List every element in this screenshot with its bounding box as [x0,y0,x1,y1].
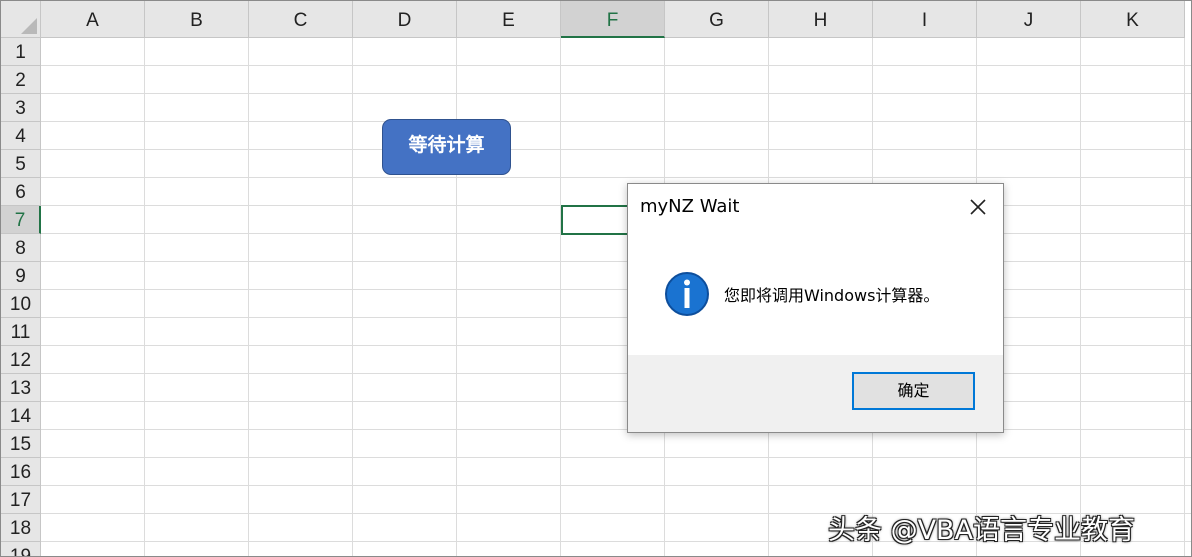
grid-column-line [144,38,145,556]
column-header-d[interactable]: D [353,1,457,38]
grid-row-line [41,401,1191,402]
grid-row-line [41,457,1191,458]
grid-row-line [41,177,1191,178]
row-header-8[interactable]: 8 [1,234,41,262]
row-header-3[interactable]: 3 [1,94,41,122]
select-all-corner[interactable] [1,1,41,38]
grid-row-line [41,65,1191,66]
grid-row-line [41,121,1191,122]
grid-row-line [41,261,1191,262]
row-header-2[interactable]: 2 [1,66,41,94]
watermark-text: 头条 @VBA语言专业教育 [828,515,1136,546]
dialog-title: myNZ Wait [640,196,740,217]
row-header-10[interactable]: 10 [1,290,41,318]
grid-row-line [41,317,1191,318]
row-header-13[interactable]: 13 [1,374,41,402]
select-all-triangle-icon [21,18,37,34]
grid-row-line [41,345,1191,346]
column-header-b[interactable]: B [145,1,249,38]
close-icon[interactable] [965,194,991,220]
row-header-19[interactable]: 19 [1,542,41,556]
row-header-11[interactable]: 11 [1,318,41,346]
grid-row-line [41,289,1191,290]
row-header-14[interactable]: 14 [1,402,41,430]
row-header-15[interactable]: 15 [1,430,41,458]
row-header-6[interactable]: 6 [1,178,41,206]
column-header-f[interactable]: F [561,1,665,38]
column-header-g[interactable]: G [665,1,769,38]
grid-row-line [41,373,1191,374]
grid-column-line [248,38,249,556]
row-header-5[interactable]: 5 [1,150,41,178]
grid-column-line [1184,38,1185,556]
column-header-j[interactable]: J [977,1,1081,38]
dialog-footer: 确定 [628,355,1003,432]
column-header-a[interactable]: A [41,1,145,38]
row-header-17[interactable]: 17 [1,486,41,514]
column-header-c[interactable]: C [249,1,353,38]
dialog-message: 您即将调用Windows计算器。 [724,286,940,305]
grid-row-line [41,485,1191,486]
row-header-7[interactable]: 7 [1,206,41,234]
spreadsheet-window: ABCDEFGHIJK 1 2 3 4 5 6 7 8 9 10 11 12 13 14 15 16 17 18 1… [0,0,1192,557]
message-box-dialog: myNZ Wait 您即将调用Windows计算器。 确定 [627,183,1004,433]
grid-column-line [352,38,353,556]
column-header-h[interactable]: H [769,1,873,38]
grid-row-line [41,149,1191,150]
ok-button[interactable]: 确定 [852,372,975,410]
wait-calc-shape-button[interactable]: 等待计算 [382,119,511,175]
grid-column-line [456,38,457,556]
grid-row-line [41,93,1191,94]
column-header-i[interactable]: I [873,1,977,38]
grid-row-line [41,429,1191,430]
row-header-1[interactable]: 1 [1,38,41,66]
row-header-16[interactable]: 16 [1,458,41,486]
row-header-4[interactable]: 4 [1,122,41,150]
row-header-9[interactable]: 9 [1,262,41,290]
row-header-18[interactable]: 18 [1,514,41,542]
info-icon [664,271,710,317]
column-header-e[interactable]: E [457,1,561,38]
grid-column-line [560,38,561,556]
column-header-k[interactable]: K [1081,1,1185,38]
row-header-12[interactable]: 12 [1,346,41,374]
grid-column-line [1080,38,1081,556]
